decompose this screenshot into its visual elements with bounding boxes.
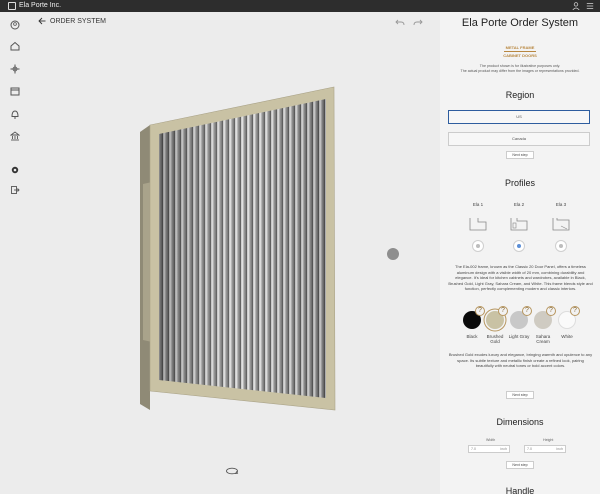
disclaimer: The product shown is for illustrative pu… [440, 64, 600, 74]
profile-ela1-radio[interactable] [472, 240, 484, 252]
height-unit: inch [556, 447, 563, 451]
color-info-light-gray-icon[interactable]: ? [522, 306, 532, 316]
color-info-white-icon[interactable]: ? [570, 306, 580, 316]
profile-ela2-radio[interactable] [513, 240, 525, 252]
bank-icon[interactable] [10, 131, 20, 141]
brand-line-1: METAL FRAME [505, 45, 535, 50]
brand-line-2: CABINET DOORS [503, 53, 537, 58]
user-icon[interactable] [572, 2, 580, 10]
color-label-light-gray: Light Gray [508, 334, 530, 339]
rotate-icon[interactable] [225, 466, 239, 476]
order-panel: Ela Porte Order System METAL FRAME CABIN… [440, 12, 600, 494]
region-option-canada[interactable]: Canada [448, 132, 590, 146]
color-label-white: White [561, 334, 573, 339]
door-3d-viewport[interactable]: ORDER SYSTEM [30, 12, 440, 494]
calendar-icon[interactable] [10, 86, 20, 96]
home-icon[interactable] [10, 41, 20, 51]
profile-description: The Ela-002 frame, known as the Classic … [448, 264, 593, 291]
width-label: Width [486, 438, 496, 442]
profile-label-ela1: Ela 1 [472, 202, 484, 207]
color-label-sahara-cream: Sahara Cream [535, 334, 551, 344]
move-icon[interactable] [10, 64, 20, 74]
hamburger-menu-icon[interactable] [586, 2, 594, 10]
disclaimer-line-2: The actual product may differ from the i… [460, 69, 580, 73]
width-value: 7.0 [471, 447, 476, 451]
profile-ela1-icon[interactable] [468, 216, 488, 232]
app-title: Ela Porte Inc. [19, 2, 62, 9]
color-label-brushed-gold: Brushed Gold [486, 334, 504, 344]
hotspot-marker[interactable] [387, 248, 399, 260]
width-input[interactable]: 7.0 inch [468, 445, 510, 453]
dimensions-title: Dimensions [496, 417, 544, 427]
profile-ela3-icon[interactable] [551, 216, 571, 232]
width-unit: inch [500, 447, 507, 451]
color-label-black: Black [466, 334, 478, 339]
height-label: Height [543, 438, 554, 442]
door-model[interactable] [30, 12, 440, 494]
profile-label-ela3: Ela 3 [555, 202, 567, 207]
color-info-black-icon[interactable]: ? [475, 306, 485, 316]
profile-ela3-radio[interactable] [555, 240, 567, 252]
height-value: 7.0 [527, 447, 532, 451]
colors-next-button[interactable]: Next step [506, 391, 534, 399]
profiles-title: Profiles [504, 178, 535, 188]
users-icon[interactable] [10, 20, 20, 30]
app-logo-icon [8, 2, 16, 10]
panel-title: Ela Porte Order System [461, 17, 579, 29]
region-option-us[interactable]: US [448, 110, 590, 124]
region-next-button[interactable]: Next step [506, 151, 534, 159]
sidebar [0, 12, 30, 494]
color-description: Brushed Gold exudes luxury and elegance,… [448, 352, 593, 368]
title-bar: Ela Porte Inc. [0, 0, 600, 12]
settings-icon[interactable] [10, 165, 20, 175]
dimensions-next-button[interactable]: Next step [506, 461, 534, 469]
profile-label-ela2: Ela 2 [513, 202, 525, 207]
brand-logo: METAL FRAME CABINET DOORS [500, 45, 540, 58]
color-info-brushed-gold-icon[interactable]: ? [498, 306, 508, 316]
profile-ela2-icon[interactable] [509, 216, 529, 232]
color-info-sahara-cream-icon[interactable]: ? [546, 306, 556, 316]
handle-title: Handle [505, 486, 535, 494]
region-title: Region [505, 90, 535, 100]
height-input[interactable]: 7.0 inch [524, 445, 566, 453]
bell-icon[interactable] [10, 109, 20, 119]
logout-icon[interactable] [10, 185, 20, 195]
